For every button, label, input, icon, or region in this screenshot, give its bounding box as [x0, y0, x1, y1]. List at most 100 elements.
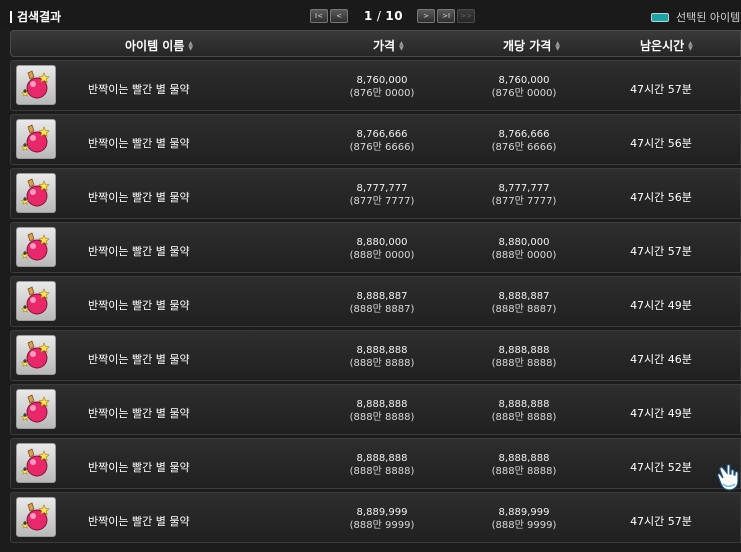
item-icon-frame	[16, 173, 56, 213]
next-page-icon: >	[423, 12, 430, 20]
time-left: 47시간 56분	[630, 137, 692, 150]
prev-page-button[interactable]: <	[330, 9, 348, 23]
page-separator: /	[376, 9, 382, 23]
unit-price-value: 8,888,888	[498, 399, 550, 410]
red-star-potion-icon	[20, 232, 50, 261]
unit-price-value: 8,888,887	[498, 291, 550, 302]
sort-icon: ▲ ▼	[399, 39, 404, 52]
unit-price-korean: (876만 0000)	[491, 88, 557, 99]
item-icon-frame	[16, 335, 56, 375]
red-star-potion-icon	[20, 178, 50, 207]
item-name: 반짝이는 빨간 별 물약	[88, 245, 190, 258]
price-korean: (876만 6666)	[349, 142, 415, 153]
price-value: 8,888,888	[356, 345, 408, 356]
red-star-potion-icon	[20, 340, 50, 369]
item-icon-frame	[16, 389, 56, 429]
unit-price-value: 8,760,000	[498, 75, 550, 86]
time-left: 47시간 46분	[630, 353, 692, 366]
price-value: 8,777,777	[356, 183, 408, 194]
table-row[interactable]: 반짝이는 빨간 별 물약 8,888,888 (888만 8888) 8,888…	[10, 330, 741, 381]
unit-price-korean: (888만 8888)	[491, 412, 557, 423]
selected-item-legend: 선택된 아이템	[651, 9, 740, 25]
price-value: 8,888,888	[356, 453, 408, 464]
unit-price-value: 8,880,000	[498, 237, 550, 248]
table-row[interactable]: 반짝이는 빨간 별 물약 8,888,888 (888만 8888) 8,888…	[10, 438, 741, 489]
time-left: 47시간 49분	[630, 407, 692, 420]
red-star-potion-icon	[20, 70, 50, 99]
price-korean: (877만 7777)	[349, 196, 415, 207]
price-korean: (888만 8888)	[349, 412, 415, 423]
next10-page-button[interactable]: >I	[437, 9, 456, 23]
unit-price-value: 8,889,999	[498, 507, 550, 518]
price-cell: 8,889,999 (888만 9999)	[322, 506, 442, 532]
price-korean: (888만 9999)	[349, 520, 415, 531]
title-marker	[10, 10, 12, 23]
total-pages: 10	[385, 9, 404, 23]
column-header-price[interactable]: 가격 ▲ ▼	[373, 37, 404, 54]
item-icon-frame	[16, 497, 56, 537]
price-cell: 8,777,777 (877만 7777)	[322, 182, 442, 208]
table-row[interactable]: 반짝이는 빨간 별 물약 8,760,000 (876만 0000) 8,760…	[10, 60, 741, 111]
last-page-button[interactable]: >>	[457, 9, 476, 23]
last-page-icon: >>	[460, 12, 472, 20]
table-row[interactable]: 반짝이는 빨간 별 물약 8,888,887 (888만 8887) 8,888…	[10, 276, 741, 327]
sort-icon: ▲ ▼	[555, 39, 560, 52]
item-name: 반짝이는 빨간 별 물약	[88, 191, 190, 204]
item-name: 반짝이는 빨간 별 물약	[88, 407, 190, 420]
next-page-button[interactable]: >	[417, 9, 436, 23]
table-header: 아이템 이름 ▲ ▼ 가격 ▲ ▼ 개당 가격 ▲ ▼ 남은시간 ▲ ▼	[10, 30, 741, 57]
item-name: 반짝이는 빨간 별 물약	[88, 461, 190, 474]
page-indicator: 1/10	[364, 9, 403, 23]
next10-page-icon: >I	[442, 12, 451, 20]
item-name: 반짝이는 빨간 별 물약	[88, 137, 190, 150]
time-left: 47시간 57분	[630, 245, 692, 258]
red-star-potion-icon	[20, 124, 50, 153]
table-row[interactable]: 반짝이는 빨간 별 물약 8,889,999 (888만 9999) 8,889…	[10, 492, 741, 543]
time-left: 47시간 56분	[630, 191, 692, 204]
column-header-unit-price-label: 개당 가격	[503, 39, 552, 53]
item-name: 반짝이는 빨간 별 물약	[88, 299, 190, 312]
table-row[interactable]: 반짝이는 빨간 별 물약 8,888,888 (888만 8888) 8,888…	[10, 384, 741, 435]
price-korean: (888만 8888)	[349, 466, 415, 477]
unit-price-korean: (888만 0000)	[491, 250, 557, 261]
first-page-button[interactable]: I<	[310, 9, 328, 23]
price-korean: (888만 8888)	[349, 358, 415, 369]
table-row[interactable]: 반짝이는 빨간 별 물약 8,777,777 (877만 7777) 8,777…	[10, 168, 741, 219]
column-header-unit-price[interactable]: 개당 가격 ▲ ▼	[503, 37, 560, 54]
unit-price-cell: 8,777,777 (877만 7777)	[464, 182, 584, 208]
column-header-price-label: 가격	[373, 39, 396, 53]
column-header-name-label: 아이템 이름	[125, 39, 185, 53]
table-row[interactable]: 반짝이는 빨간 별 물약 8,880,000 (888만 0000) 8,880…	[10, 222, 741, 273]
red-star-potion-icon	[20, 502, 50, 531]
column-header-time-left[interactable]: 남은시간 ▲ ▼	[640, 37, 693, 54]
table-row[interactable]: 반짝이는 빨간 별 물약 8,766,666 (876만 6666) 8,766…	[10, 114, 741, 165]
pagination: I< < 1/10 > >I >>	[310, 9, 477, 23]
red-star-potion-icon	[20, 448, 50, 477]
unit-price-korean: (888만 8888)	[491, 466, 557, 477]
item-icon-frame	[16, 443, 56, 483]
price-cell: 8,880,000 (888만 0000)	[322, 236, 442, 262]
unit-price-cell: 8,888,888 (888만 8888)	[464, 452, 584, 478]
section-title-text: 검색결과	[17, 10, 62, 24]
prev-page-icon: <	[336, 12, 342, 20]
unit-price-cell: 8,888,888 (888만 8888)	[464, 344, 584, 370]
item-icon-frame	[16, 119, 56, 159]
unit-price-korean: (888만 9999)	[491, 520, 557, 531]
red-star-potion-icon	[20, 394, 50, 423]
current-page: 1	[364, 9, 373, 23]
price-value: 8,889,999	[356, 507, 408, 518]
auction-search-results: 검색결과 I< < 1/10 > >I >> 선택된 아이템 아이템 이름 ▲ …	[0, 0, 741, 552]
unit-price-cell: 8,880,000 (888만 0000)	[464, 236, 584, 262]
price-value: 8,766,666	[356, 129, 408, 140]
item-icon-frame	[16, 281, 56, 321]
item-name: 반짝이는 빨간 별 물약	[88, 83, 190, 96]
time-left: 47시간 57분	[630, 83, 692, 96]
price-cell: 8,888,887 (888만 8887)	[322, 290, 442, 316]
unit-price-cell: 8,766,666 (876만 6666)	[464, 128, 584, 154]
item-name: 반짝이는 빨간 별 물약	[88, 515, 190, 528]
section-title: 검색결과	[10, 8, 61, 25]
price-cell: 8,760,000 (876만 0000)	[322, 74, 442, 100]
first-page-icon: I<	[315, 12, 323, 20]
column-header-name[interactable]: 아이템 이름 ▲ ▼	[125, 37, 193, 54]
price-cell: 8,888,888 (888만 8888)	[322, 452, 442, 478]
